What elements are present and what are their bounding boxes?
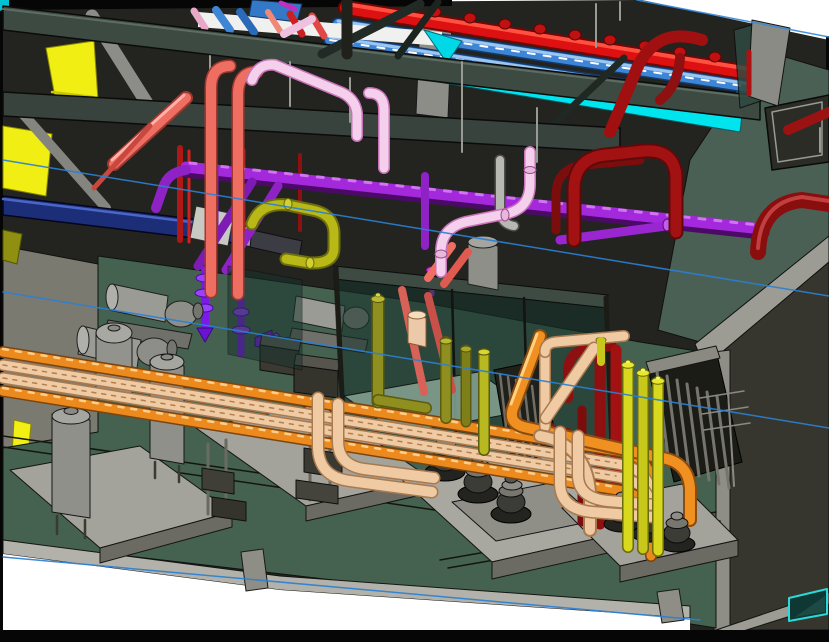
pump-flange-1 (193, 303, 203, 319)
viewport-svg[interactable] (0, 0, 829, 642)
yellow-riser-3-dot (656, 377, 660, 380)
pink-flange-2 (501, 209, 509, 221)
red-header-valve-6 (604, 35, 616, 45)
yellow-riser-1-dot (626, 361, 630, 364)
red-header-valve-5 (569, 30, 581, 40)
red-header-valve-2 (464, 13, 476, 23)
pump-motor-1-end (106, 284, 118, 310)
model-viewport[interactable]: Isometric 3D BIM viewport of a mechanica… (0, 0, 829, 642)
pink-flange-3 (435, 250, 447, 258)
dome-tank-cap (108, 325, 120, 331)
olive-riser-3-cap (461, 346, 472, 352)
yellow-riser-2-dot (641, 369, 645, 372)
bottom-border (0, 630, 829, 642)
tan-stub-cylinder-top (408, 311, 426, 319)
olive-riser-1-knob (376, 293, 381, 297)
inline-pump-6-cap (671, 512, 683, 520)
yellow-loop-flange-b (306, 258, 314, 269)
pink-flange-1 (524, 167, 536, 174)
red-header-valve-3 (499, 19, 511, 29)
olive-riser-4-cap (478, 349, 490, 355)
pump-motor-2-end (77, 326, 89, 354)
kerb-post-left (241, 549, 268, 591)
olive-riser-2-cap (440, 338, 452, 344)
tank-1 (52, 414, 90, 518)
red-header-valve-4 (534, 24, 546, 34)
skid-box-1 (202, 468, 234, 494)
red-header-valve-9 (709, 52, 721, 62)
tank-2-cap (161, 354, 173, 360)
